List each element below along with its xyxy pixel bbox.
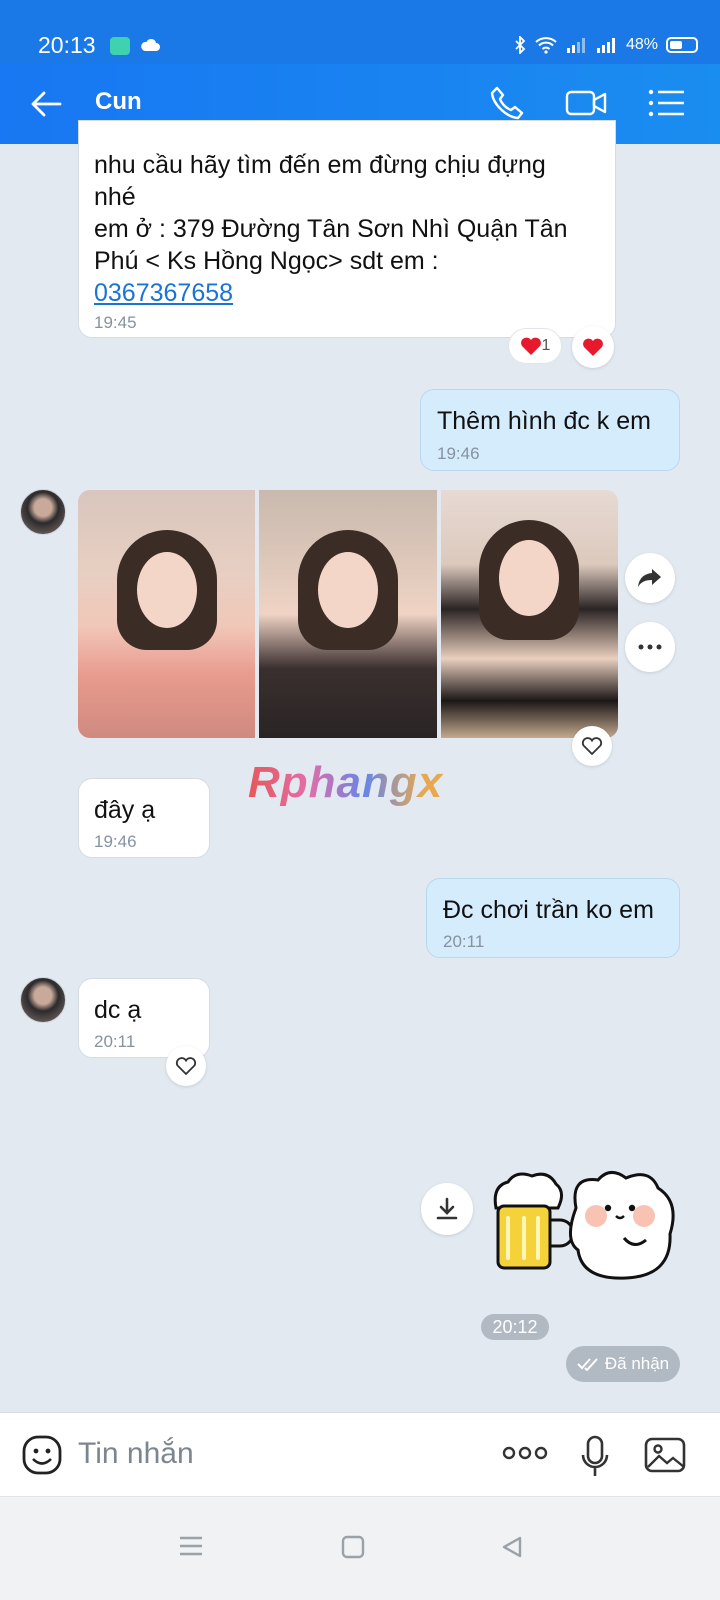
message-text: dc ạ (94, 996, 142, 1024)
message-input-bar: Tin nhắn (0, 1412, 720, 1496)
back-arrow-icon[interactable] (28, 86, 64, 122)
signal-icon-1 (566, 38, 585, 53)
delivery-status-text: Đã nhận (604, 1354, 670, 1373)
phone-link[interactable]: 0367367658 (94, 277, 568, 309)
back-nav-icon[interactable] (500, 1535, 524, 1559)
download-icon (436, 1197, 458, 1220)
watermark: Rphangx (248, 758, 444, 807)
sticker-beer-bunny[interactable] (486, 1168, 682, 1288)
battery-level (670, 41, 682, 49)
message-text-line: Phú < Ks Hồng Ngọc> sdt em : (94, 247, 439, 275)
message-time: 20:11 (443, 932, 485, 951)
reaction-count-badge[interactable]: 1 (508, 328, 562, 364)
more-dots-icon[interactable] (502, 1445, 548, 1461)
message-time: 19:45 (94, 313, 137, 332)
photo[interactable] (78, 490, 256, 738)
share-button[interactable] (625, 553, 675, 603)
contact-name[interactable]: Cun (95, 88, 142, 116)
menu-icon[interactable] (646, 84, 686, 122)
share-arrow-icon (638, 569, 661, 587)
emoji-icon[interactable] (22, 1435, 62, 1475)
message-bubble-outgoing[interactable]: Thêm hình đc k em 19:46 (420, 389, 680, 471)
react-button[interactable] (166, 1046, 206, 1086)
phone-icon[interactable] (488, 84, 526, 122)
heart-outline-icon (175, 1057, 197, 1076)
message-time: 19:46 (94, 832, 137, 851)
status-bar: 20:13 48% (0, 0, 720, 64)
battery-icon (666, 37, 698, 53)
message-bubble-incoming[interactable]: đây ạ 19:46 (78, 778, 210, 858)
cloud-icon (141, 38, 160, 51)
more-options-button[interactable] (625, 622, 675, 672)
message-time: 20:11 (94, 1032, 136, 1051)
microphone-icon[interactable] (580, 1435, 610, 1479)
photo[interactable] (259, 490, 437, 738)
wifi-icon (535, 37, 557, 54)
message-text: Thêm hình đc k em (437, 407, 651, 435)
more-dots-icon (638, 644, 662, 650)
home-icon[interactable] (341, 1535, 365, 1559)
message-input[interactable]: Tin nhắn (78, 1437, 194, 1471)
message-text: đây ạ (94, 796, 156, 824)
system-nav-bar (0, 1496, 720, 1600)
double-check-icon (577, 1358, 598, 1371)
signal-icon-2 (596, 38, 615, 53)
photo-face (136, 552, 197, 628)
delivery-status: Đã nhận (566, 1346, 680, 1382)
status-time: 20:13 (38, 32, 96, 58)
react-button[interactable] (572, 326, 614, 368)
message-text-line: nhu cầu hãy tìm đến em đừng chịu đựng (94, 151, 546, 179)
message-text: Đc chơi trần ko em (443, 896, 654, 924)
heart-outline-icon (581, 737, 603, 756)
photo[interactable] (440, 490, 618, 738)
photo-face (317, 552, 378, 628)
message-time: 19:46 (437, 444, 480, 463)
heart-icon (583, 338, 603, 356)
photo-face (499, 540, 560, 616)
message-bubble-incoming[interactable]: nhu cầu hãy tìm đến em đừng chịu đựng nh… (78, 120, 616, 338)
image-icon[interactable] (644, 1435, 686, 1475)
reaction-count: 1 (541, 337, 551, 354)
message-text-line: nhé (94, 183, 136, 211)
battery-percent: 48% (625, 36, 658, 53)
sticker-time: 20:12 (481, 1314, 549, 1340)
contact-avatar[interactable] (20, 489, 66, 535)
message-bubble-outgoing[interactable]: Đc chơi trần ko em 20:11 (426, 878, 680, 958)
recent-apps-icon[interactable] (178, 1535, 204, 1557)
react-button[interactable] (572, 726, 612, 766)
bluetooth-icon (515, 36, 526, 54)
contact-avatar[interactable] (20, 977, 66, 1023)
download-sticker-button[interactable] (421, 1183, 473, 1235)
heart-icon (520, 337, 541, 355)
video-icon[interactable] (564, 84, 608, 122)
message-text-line: em ở : 379 Đường Tân Sơn Nhì Quận Tân (94, 215, 568, 243)
photo-group[interactable] (78, 490, 618, 738)
app-notification-icon (110, 37, 130, 55)
